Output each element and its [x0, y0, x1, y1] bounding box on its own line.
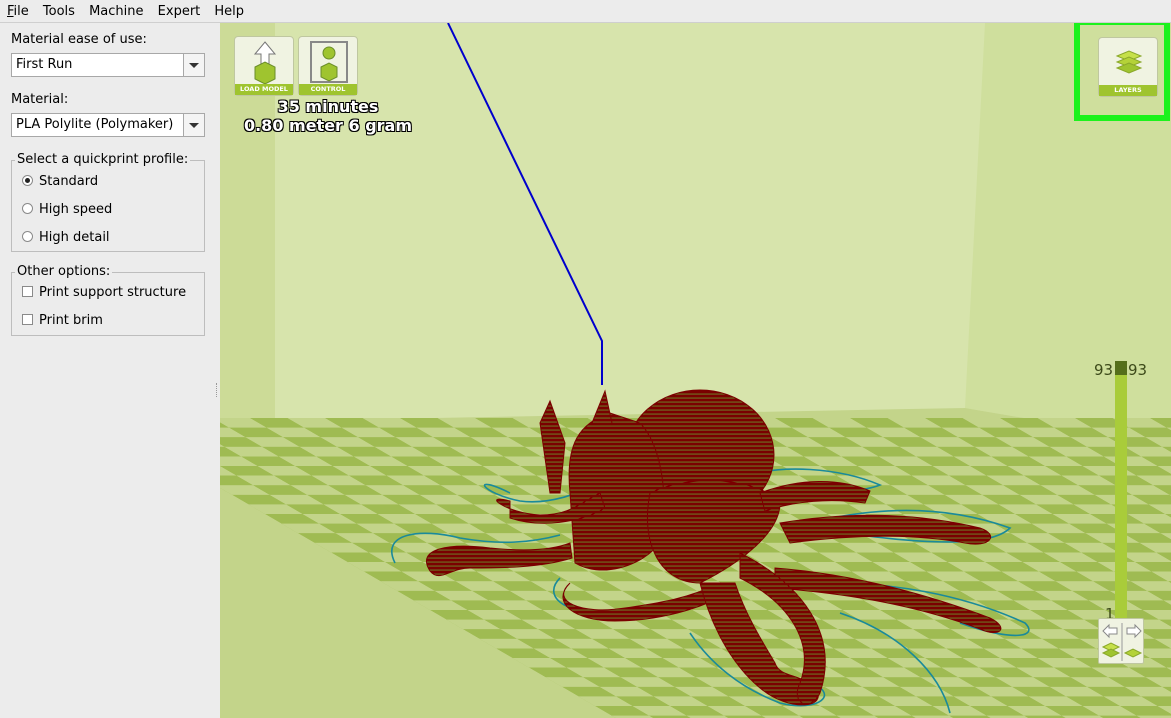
- ease-of-use-dropdown[interactable]: First Run: [11, 53, 205, 77]
- radio-icon[interactable]: [22, 203, 33, 214]
- checkbox-icon[interactable]: [22, 286, 33, 297]
- menu-expert[interactable]: Expert: [153, 0, 206, 23]
- layer-value-right: 93: [1128, 361, 1148, 379]
- material-value: PLA Polylite (Polymaker): [16, 117, 174, 132]
- layers-button[interactable]: LAYERS: [1098, 37, 1158, 97]
- other-options-title: Other options:: [15, 264, 113, 279]
- layers-icon: [1115, 50, 1143, 74]
- menu-file-label: ile: [13, 4, 29, 19]
- menu-file[interactable]: File: [2, 0, 34, 23]
- material-dropdown[interactable]: PLA Polylite (Polymaker): [11, 113, 205, 137]
- checkbox-icon[interactable]: [22, 314, 33, 325]
- print-time-text: 35 minutes: [277, 97, 379, 116]
- radio-high-speed-label: High speed: [39, 202, 113, 217]
- layer-arrows-icon: [1101, 623, 1143, 661]
- load-model-label: LOAD MODEL: [235, 84, 293, 95]
- menu-help[interactable]: Help: [209, 0, 249, 23]
- load-model-icon: [253, 41, 277, 85]
- chevron-down-icon[interactable]: [183, 54, 204, 76]
- brim-label: Print brim: [39, 313, 103, 328]
- checkbox-brim[interactable]: Print brim: [22, 312, 103, 330]
- 3d-viewport[interactable]: LOAD MODEL CONTROL 35 minutes 0.80 meter…: [220, 23, 1171, 718]
- layer-slider-handle[interactable]: [1115, 361, 1127, 375]
- material-label: Material:: [11, 92, 69, 107]
- quickprint-title: Select a quickprint profile:: [15, 152, 191, 167]
- layer-slider-track[interactable]: [1115, 373, 1127, 618]
- quickprint-group: Select a quickprint profile: Standard Hi…: [11, 152, 205, 252]
- control-label: CONTROL: [299, 84, 357, 95]
- support-structure-label: Print support structure: [39, 285, 187, 300]
- other-options-group: Other options: Print support structure P…: [11, 264, 205, 336]
- layers-label: LAYERS: [1099, 85, 1157, 96]
- settings-sidebar: Material ease of use: First Run Material…: [0, 23, 221, 718]
- control-button[interactable]: CONTROL: [298, 36, 358, 96]
- radio-high-detail[interactable]: High detail: [22, 229, 110, 247]
- radio-selected-icon[interactable]: [22, 175, 33, 186]
- menu-tools[interactable]: Tools: [38, 0, 80, 23]
- print-material-text: 0.80 meter 6 gram: [243, 116, 413, 135]
- radio-high-speed[interactable]: High speed: [22, 201, 112, 219]
- chevron-down-icon[interactable]: [183, 114, 204, 136]
- menubar: File Tools Machine Expert Help: [0, 0, 1171, 23]
- control-icon: [310, 41, 348, 83]
- menu-machine[interactable]: Machine: [84, 0, 148, 23]
- radio-icon[interactable]: [22, 231, 33, 242]
- checkbox-support-structure[interactable]: Print support structure: [22, 284, 186, 302]
- layer-value-left: 93: [1094, 361, 1114, 379]
- radio-standard[interactable]: Standard: [22, 173, 98, 191]
- radio-high-detail-label: High detail: [39, 230, 110, 245]
- ease-of-use-label: Material ease of use:: [11, 32, 147, 47]
- radio-standard-label: Standard: [39, 174, 99, 189]
- layer-view-toggle[interactable]: [1098, 618, 1144, 664]
- load-model-button[interactable]: LOAD MODEL: [234, 36, 294, 96]
- ease-of-use-value: First Run: [16, 57, 73, 72]
